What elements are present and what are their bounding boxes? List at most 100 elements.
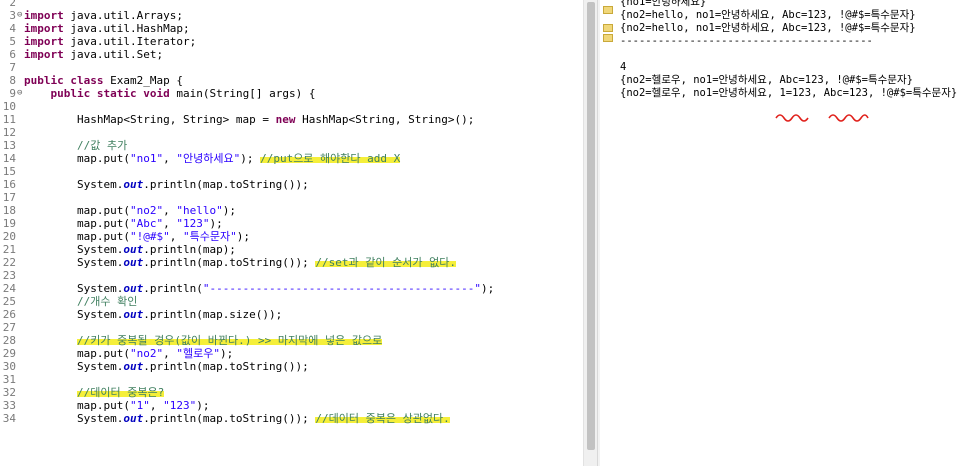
code-line[interactable]: 17 [0, 191, 583, 204]
code-line[interactable]: 30 System.out.println(map.toString()); [0, 360, 583, 373]
code-token: Exam2_Map { [103, 74, 183, 87]
code-token: System. [24, 308, 124, 321]
code-token: map.put( [24, 152, 130, 165]
keyword-token: import [24, 48, 64, 61]
code-line[interactable]: 27 [0, 321, 583, 334]
code-token: java.util.Set; [63, 48, 164, 61]
code-line[interactable]: 23 [0, 269, 583, 282]
code-line[interactable]: 9 ⊖ public static void main(String[] args… [0, 87, 583, 100]
keyword-token: public [24, 74, 64, 87]
code-line[interactable]: 20 map.put("!@#$", "특수문자"); [0, 230, 583, 243]
line-number: 31 [2, 373, 16, 386]
field-token: out [123, 243, 144, 256]
code-token: .println(map.toString()); [143, 256, 316, 269]
code-line[interactable]: 22 System.out.println(map.toString()); /… [0, 256, 583, 269]
console-line: ---------------------------------------- [620, 35, 873, 47]
code-line[interactable]: 6 import java.util.Set; [0, 48, 583, 61]
code-line[interactable]: 28 //키가 중복될 경우(값이 바뀐다.) >> 마지막에 넣은 값으로 [0, 334, 583, 347]
code-line[interactable]: 14 map.put("no1", "안녕하세요"); //put으로 해야한다… [0, 152, 583, 165]
code-line[interactable]: 29 map.put("no2", "헬로우"); [0, 347, 583, 360]
red-squiggle-underline [828, 114, 869, 122]
console-line: {no2=hello, no1=안녕하세요, Abc=123, !@#$=특수문… [620, 9, 916, 21]
code-line[interactable]: 19 map.put("Abc", "123"); [0, 217, 583, 230]
code-text: map.put("1", "123"); [24, 399, 210, 412]
code-line[interactable]: 3 ⊖ import java.util.Arrays; [0, 9, 583, 22]
code-token: main(String[] args) { [169, 87, 316, 100]
string-literal: "Abc" [129, 217, 164, 230]
code-token: System. [24, 360, 124, 373]
code-editor[interactable]: 2 3 ⊖ import java.util.Arrays; 4 import java.… [0, 0, 583, 466]
code-token: , [169, 230, 183, 243]
code-token: System. [24, 412, 124, 425]
code-line[interactable]: 12 [0, 126, 583, 139]
code-token: HashMap<String, String>(); [295, 113, 475, 126]
keyword-token: static [96, 87, 137, 100]
line-number: 24 [2, 282, 16, 295]
code-text: HashMap<String, String> map = new HashMa… [24, 113, 474, 126]
comment-text: //데이터 중복은 상관없다. [315, 412, 450, 425]
comment-text: //set과 같이 순서가 없다. [315, 256, 456, 269]
code-text: public static void main(String[] args) { [24, 87, 316, 100]
line-number: 3 [9, 9, 16, 22]
string-literal: "no2" [129, 347, 164, 360]
keyword-token: import [24, 22, 64, 35]
line-number: 34 [2, 412, 16, 425]
code-text: import java.util.Iterator; [24, 35, 196, 48]
code-line[interactable]: 24 System.out.println("-----------------… [0, 282, 583, 295]
code-text: map.put("no2", "hello"); [24, 204, 236, 217]
code-line[interactable]: 31 [0, 373, 583, 386]
code-line[interactable]: 16 System.out.println(map.toString()); [0, 178, 583, 191]
code-token: ); [236, 230, 250, 243]
line-number: 9 [9, 87, 16, 100]
code-line[interactable]: 34 System.out.println(map.toString()); /… [0, 412, 583, 425]
code-text: map.put("Abc", "123"); [24, 217, 223, 230]
code-line[interactable]: 13 //값 추가 [0, 139, 583, 152]
line-number: 27 [2, 321, 16, 334]
line-number: 14 [2, 152, 16, 165]
code-line[interactable]: 18 map.put("no2", "hello"); [0, 204, 583, 217]
code-line[interactable]: 2 [0, 0, 583, 9]
string-literal: "1" [129, 399, 150, 412]
field-token: out [123, 256, 144, 269]
editor-vertical-scrollbar[interactable] [583, 0, 598, 466]
code-line[interactable]: 26 System.out.println(map.size()); [0, 308, 583, 321]
line-number: 8 [9, 74, 16, 87]
code-line[interactable]: 15 [0, 165, 583, 178]
code-token: .println(map); [143, 243, 236, 256]
console-output[interactable]: {no1=안녕하세요} {no2=hello, no1=안녕하세요, Abc=12… [616, 0, 966, 466]
code-token: System. [24, 256, 124, 269]
console-line: {no1=안녕하세요} [620, 0, 707, 8]
line-number: 16 [2, 178, 16, 191]
code-token: map.put( [24, 347, 130, 360]
keyword-token: import [24, 35, 64, 48]
line-number: 21 [2, 243, 16, 256]
code-token: map.put( [24, 399, 130, 412]
code-line[interactable]: 25 //개수 확인 [0, 295, 583, 308]
comment-text: //키가 중복될 경우(값이 바뀐다.) >> 마지막에 넣은 값으로 [76, 334, 383, 347]
code-line[interactable]: 4 import java.util.HashMap; [0, 22, 583, 35]
code-text: System.out.println(map.toString()); [24, 178, 309, 191]
code-text: public class Exam2_Map { [24, 74, 183, 87]
code-token: .println(map.size()); [143, 308, 283, 321]
scrollbar-thumb[interactable] [587, 2, 595, 450]
code-token: ); [240, 152, 261, 165]
warning-marker-icon [603, 6, 613, 14]
code-line[interactable]: 21 System.out.println(map); [0, 243, 583, 256]
code-text: map.put("!@#$", "특수문자"); [24, 230, 250, 243]
console-line: 4 [620, 61, 627, 73]
code-line[interactable]: 5 import java.util.Iterator; [0, 35, 583, 48]
code-token: , [163, 204, 177, 217]
code-text: System.out.println(map.toString()); //데이… [24, 412, 450, 425]
code-line[interactable]: 11 HashMap<String, String> map = new Has… [0, 113, 583, 126]
code-token: map.put( [24, 204, 130, 217]
code-text: System.out.println("--------------------… [24, 282, 494, 295]
code-line[interactable]: 8 public class Exam2_Map { [0, 74, 583, 87]
code-line[interactable]: 7 [0, 61, 583, 74]
code-line[interactable]: 10 [0, 100, 583, 113]
code-text: System.out.println(map.size()); [24, 308, 282, 321]
code-line[interactable]: 33 map.put("1", "123"); [0, 399, 583, 412]
code-line[interactable]: 32 //데이터 중복은? [0, 386, 583, 399]
line-number: 15 [2, 165, 16, 178]
